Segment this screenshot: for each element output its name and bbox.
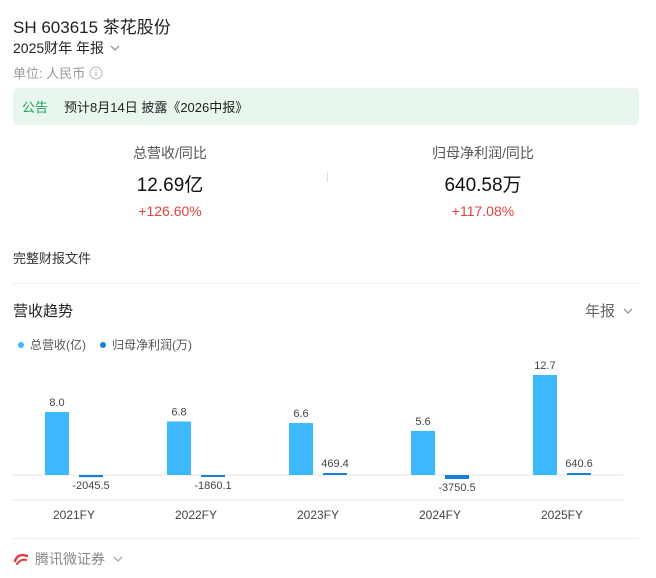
chevron-down-icon (110, 45, 120, 51)
footer-brand-label: 腾讯微证券 (35, 551, 105, 567)
net-profit-bar-label: -2045.5 (72, 480, 109, 492)
net-profit-value: 640.58万 (444, 175, 522, 196)
announcement-banner[interactable]: 公告 预计8月14日 披露《2026中报》 (13, 88, 639, 125)
legend-dot-revenue (18, 341, 24, 348)
x-tick-label: 2025FY (541, 508, 583, 522)
legend-dot-net-profit (100, 341, 106, 348)
revenue-label: 总营收/同比 (133, 145, 207, 161)
revenue-bar-label: 5.6 (415, 416, 430, 428)
revenue-trend-title: 营收趋势 (13, 303, 74, 320)
x-tick-label: 2021FY (53, 508, 95, 522)
revenue-trend-chart: 8.0 -2045.5 2021FY 6.8 -1860.1 2022FY 6.6 469.4… (13, 360, 623, 522)
net-profit-bar-label: 640.6 (565, 458, 593, 470)
footer-brand[interactable]: 腾讯微证券 (13, 549, 125, 569)
net-profit-label: 归母净利润/同比 (432, 145, 534, 161)
revenue-bar[interactable] (289, 423, 313, 475)
revenue-bar-label: 8.0 (49, 397, 64, 409)
net-profit-bar[interactable] (79, 475, 103, 478)
trend-period-label: 年报 (584, 303, 615, 320)
chevron-down-icon (113, 556, 123, 562)
period-selector[interactable]: 2025财年 年报 (13, 38, 122, 58)
net-profit-bar-label: 469.4 (321, 458, 349, 470)
revenue-bar[interactable] (411, 430, 435, 475)
unit-label: 单位: 人民币 (13, 66, 86, 81)
trend-period-selector[interactable]: 年报 (585, 300, 635, 321)
revenue-bar[interactable] (533, 375, 557, 475)
stock-title: SH 603615 茶花股份 (13, 18, 171, 37)
chevron-down-icon (623, 308, 633, 314)
revenue-bar[interactable] (45, 412, 69, 475)
x-tick-label: 2022FY (175, 508, 217, 522)
revenue-bar-label: 6.6 (293, 408, 308, 420)
announcement-tag: 公告 (22, 100, 49, 115)
full-report-link[interactable]: 完整财报文件 (13, 248, 91, 267)
period-label: 2025财年 年报 (13, 40, 105, 56)
x-tick-label: 2023FY (297, 508, 339, 522)
net-profit-bar-label: -1860.1 (194, 480, 231, 492)
net-profit-metric: 归母净利润/同比 640.58万 +117.08% (328, 143, 638, 219)
revenue-bar-label: 12.7 (534, 360, 555, 372)
net-profit-change: +117.08% (451, 203, 515, 219)
revenue-metric: 总营收/同比 12.69亿 +126.60% (15, 143, 325, 219)
section-divider (13, 283, 639, 284)
info-icon[interactable] (89, 66, 103, 80)
net-profit-bar[interactable] (567, 473, 591, 475)
net-profit-bar[interactable] (201, 475, 225, 477)
footer-divider (13, 538, 639, 539)
net-profit-bar[interactable] (445, 475, 469, 479)
revenue-bar[interactable] (167, 421, 191, 475)
currency-unit: 单位: 人民币 (13, 63, 103, 82)
x-tick-label: 2024FY (419, 508, 461, 522)
net-profit-bar[interactable] (323, 473, 347, 475)
announcement-text: 预计8月14日 披露《2026中报》 (64, 100, 249, 115)
net-profit-bar-label: -3750.5 (438, 482, 475, 494)
tencent-securities-logo-icon (13, 553, 29, 565)
revenue-value: 12.69亿 (136, 175, 204, 196)
revenue-change: +126.60% (138, 203, 202, 219)
revenue-bar-label: 6.8 (171, 406, 186, 418)
